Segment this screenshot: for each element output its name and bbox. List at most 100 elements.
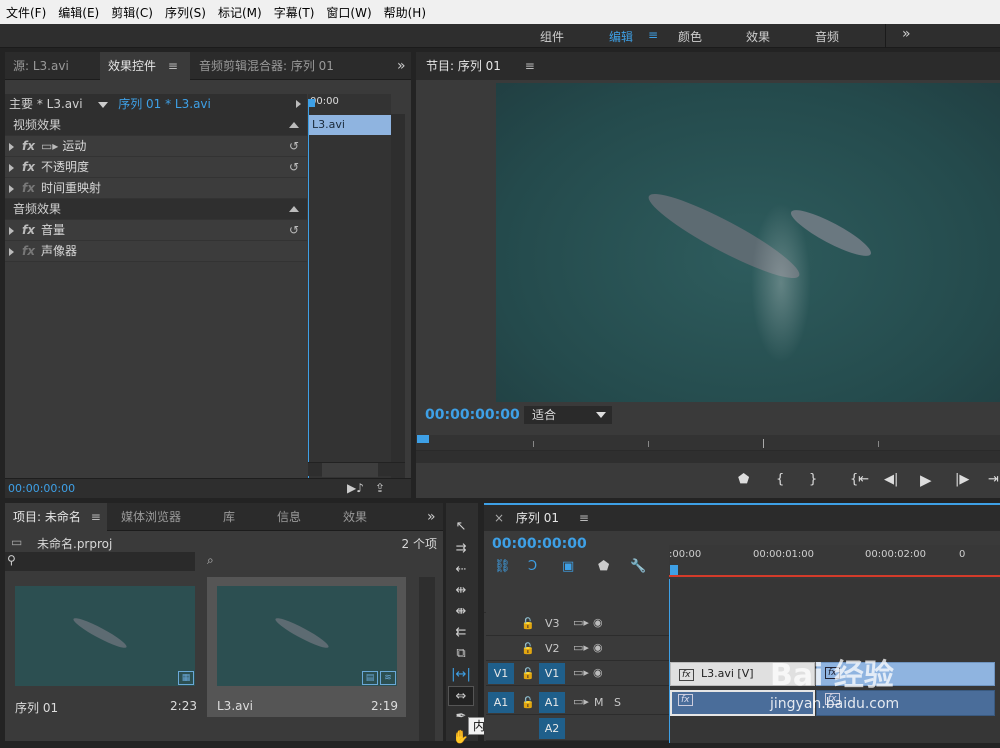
- add-marker-icon[interactable]: ⬟: [598, 559, 609, 574]
- source-patch-v1[interactable]: V1: [488, 663, 514, 684]
- track-label-a2[interactable]: A2: [539, 718, 565, 739]
- fx-icon[interactable]: fx: [22, 160, 35, 174]
- reset-icon[interactable]: ↺: [289, 157, 299, 178]
- mute-button[interactable]: M: [594, 696, 604, 709]
- timeline-ruler[interactable]: :00:00 00:00:01:00 00:00:02:00 0: [669, 545, 1000, 579]
- workspace-color[interactable]: 颜色: [678, 28, 702, 45]
- effect-row-time-remap[interactable]: fx 时间重映射: [5, 178, 307, 199]
- step-forward-icon[interactable]: |▶: [955, 472, 969, 487]
- sync-lock-icon[interactable]: ▭▸: [573, 695, 589, 708]
- panel-more-icon[interactable]: »: [419, 503, 444, 531]
- step-back-icon[interactable]: ◀|: [884, 472, 898, 487]
- timeline-timecode[interactable]: 00:00:00:00: [492, 536, 587, 552]
- tab-effects[interactable]: 效果: [335, 503, 375, 531]
- play-icon[interactable]: ▶: [920, 471, 932, 489]
- program-video-frame[interactable]: [496, 83, 1000, 402]
- program-zoom-bar[interactable]: [416, 451, 1000, 463]
- program-scrubber[interactable]: [416, 435, 1000, 451]
- video-clip-v1-selected[interactable]: fx: [816, 662, 995, 686]
- panel-more-icon[interactable]: »: [389, 52, 414, 80]
- eye-icon[interactable]: ◉: [593, 616, 603, 629]
- rolling-edit-tool-icon[interactable]: ⇹: [448, 581, 474, 601]
- menu-window[interactable]: 窗口(W): [320, 4, 377, 21]
- tab-effect-controls[interactable]: 效果控件 ≡: [100, 52, 190, 80]
- workspace-menu-icon[interactable]: ≡: [648, 28, 658, 42]
- mini-playhead-head[interactable]: [308, 99, 315, 107]
- track-area[interactable]: [670, 579, 1000, 743]
- video-clip-v1[interactable]: fx L3.avi [V]: [670, 662, 815, 686]
- tab-libraries[interactable]: 库: [215, 503, 243, 531]
- expand-icon[interactable]: [9, 163, 14, 172]
- item-name[interactable]: L3.avi: [217, 699, 253, 713]
- filter-audio-icon[interactable]: ▶♪: [347, 481, 364, 495]
- tab-source[interactable]: 源: L3.avi: [5, 52, 77, 80]
- workspace-editing[interactable]: 编辑: [609, 28, 633, 45]
- lock-icon[interactable]: 🔓: [521, 667, 535, 680]
- mark-out-icon[interactable]: }: [809, 472, 817, 487]
- fx-icon[interactable]: fx: [825, 667, 840, 679]
- snap-icon[interactable]: Ↄ: [528, 559, 537, 574]
- menu-title[interactable]: 字幕(T): [268, 4, 321, 21]
- reset-icon[interactable]: ↺: [289, 220, 299, 241]
- timeline-title[interactable]: 序列 01: [516, 511, 559, 525]
- effect-mini-timeline[interactable]: 00:00 L3.avi: [308, 94, 391, 478]
- project-scrollbar[interactable]: [419, 577, 435, 741]
- track-select-tool-icon[interactable]: ⇉: [448, 539, 474, 559]
- fx-icon[interactable]: fx: [825, 693, 840, 705]
- fx-icon[interactable]: fx: [22, 181, 35, 195]
- selection-tool-icon[interactable]: ↖: [448, 517, 474, 537]
- timeline-playhead-head[interactable]: [670, 565, 678, 575]
- workspace-assembly[interactable]: 组件: [540, 28, 564, 45]
- horizontal-scrollbar[interactable]: [308, 462, 405, 477]
- track-label-v3[interactable]: V3: [545, 617, 560, 630]
- project-search[interactable]: ⚲: [5, 552, 195, 571]
- sync-lock-icon[interactable]: ▭▸: [573, 641, 589, 654]
- program-timecode[interactable]: 00:00:00:00: [425, 407, 520, 423]
- audio-clip-a1-selected[interactable]: fx: [816, 690, 995, 716]
- lock-icon[interactable]: 🔓: [521, 642, 535, 655]
- track-label-v1[interactable]: V1: [539, 663, 565, 684]
- sequence-clip-label[interactable]: 序列 01 * L3.avi: [118, 97, 211, 111]
- expand-icon[interactable]: [9, 184, 14, 193]
- panel-menu-icon[interactable]: ≡: [525, 59, 535, 73]
- effect-controls-timecode[interactable]: 00:00:00:00: [8, 482, 75, 495]
- solo-button[interactable]: S: [614, 696, 621, 709]
- reset-icon[interactable]: ↺: [289, 136, 299, 157]
- lock-icon[interactable]: 🔓: [521, 696, 535, 709]
- panel-menu-icon[interactable]: ≡: [168, 59, 178, 73]
- effect-row-panner[interactable]: fx 声像器: [5, 241, 307, 262]
- menu-edit[interactable]: 编辑(E): [52, 4, 105, 21]
- menu-clip[interactable]: 剪辑(C): [105, 4, 159, 21]
- effect-row-opacity[interactable]: fx 不透明度 ↺: [5, 157, 307, 178]
- slip-tool-active-icon[interactable]: |↔|: [448, 665, 474, 685]
- wrench-icon[interactable]: 🔧: [630, 559, 646, 574]
- fx-icon[interactable]: fx: [679, 669, 694, 681]
- panel-menu-icon[interactable]: ≡: [91, 510, 101, 524]
- sync-lock-icon[interactable]: ▭▸: [573, 616, 589, 629]
- menu-help[interactable]: 帮助(H): [378, 4, 432, 21]
- effect-row-motion[interactable]: fx ▭▸ 运动 ↺: [5, 136, 307, 157]
- new-bin-from-search-icon[interactable]: ⌕: [207, 553, 214, 568]
- tab-audio-clip-mixer[interactable]: 音频剪辑混合器: 序列 01: [191, 52, 342, 80]
- go-to-in-icon[interactable]: {⇤: [850, 472, 869, 487]
- fx-icon[interactable]: fx: [678, 694, 693, 706]
- workspace-audio[interactable]: 音频: [815, 28, 839, 45]
- workspace-more-icon[interactable]: »: [902, 26, 911, 42]
- project-item-clip[interactable]: ▤ ≋ L3.avi 2:19: [207, 577, 406, 717]
- source-patch-a1[interactable]: A1: [488, 692, 514, 713]
- dropdown-icon[interactable]: [98, 101, 109, 108]
- nest-toggle-icon[interactable]: ⛓: [494, 559, 511, 574]
- eye-icon[interactable]: ◉: [593, 666, 603, 679]
- work-area-bar[interactable]: [669, 575, 1000, 577]
- add-marker-icon[interactable]: ⬟: [738, 472, 749, 487]
- scrollbar-thumb[interactable]: [322, 463, 378, 477]
- tab-media-browser[interactable]: 媒体浏览器: [113, 503, 189, 531]
- workspace-effects[interactable]: 效果: [746, 28, 770, 45]
- mark-in-icon[interactable]: {: [776, 472, 784, 487]
- razor-tool-icon[interactable]: ⇇: [448, 623, 474, 643]
- effect-row-volume[interactable]: fx 音量 ↺: [5, 220, 307, 241]
- expand-icon[interactable]: [9, 226, 14, 235]
- project-item-sequence[interactable]: ▦ 序列 01 2:23: [5, 577, 205, 717]
- menu-marker[interactable]: 标记(M): [212, 4, 268, 21]
- transform-icon[interactable]: ▭▸: [41, 139, 58, 153]
